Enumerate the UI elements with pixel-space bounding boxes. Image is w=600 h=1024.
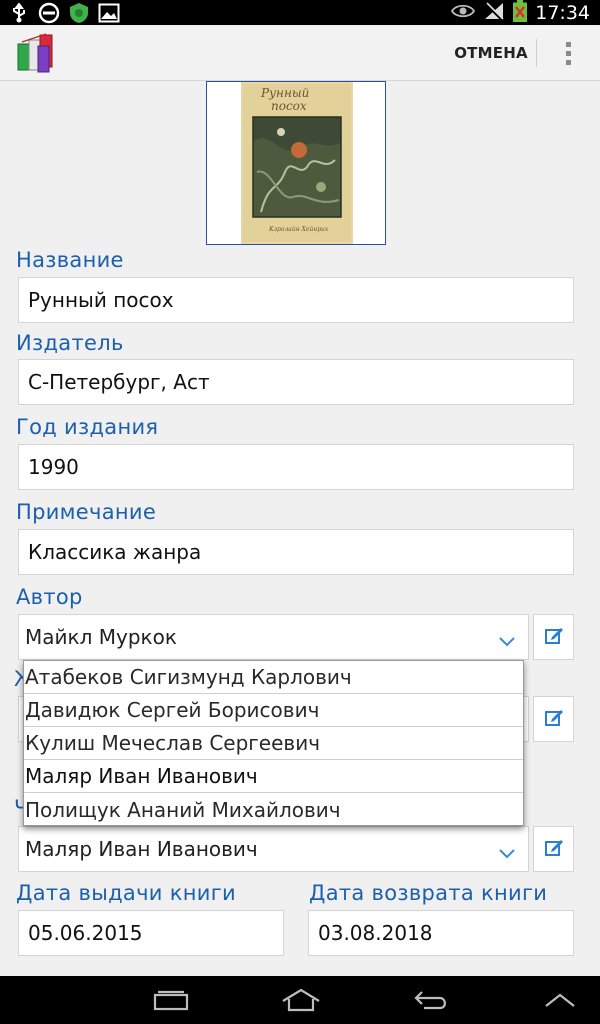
- return-date-label: Дата возврата книги: [309, 881, 548, 905]
- dropdown-item[interactable]: Кулиш Мечеслав Сергеевич: [24, 727, 523, 760]
- svg-text:Рунный: Рунный: [260, 86, 309, 100]
- year-label: Год издания: [16, 415, 159, 439]
- note-input[interactable]: Классика жанра: [18, 529, 574, 575]
- author-spinner[interactable]: Майкл Муркок: [18, 614, 529, 660]
- chevron-down-icon: [498, 629, 516, 653]
- publisher-input[interactable]: С-Петербург, Аст: [18, 359, 574, 405]
- signal-off-icon: [483, 1, 505, 25]
- return-date-input[interactable]: 03.08.2018: [308, 910, 574, 956]
- do-not-disturb-icon: [38, 2, 60, 23]
- publisher-label: Издатель: [16, 331, 124, 355]
- edit-icon: [544, 837, 564, 861]
- author-label: Автор: [16, 585, 83, 609]
- edit-icon: [544, 625, 564, 649]
- edit-reader-button[interactable]: [533, 826, 574, 872]
- chevron-down-icon: [498, 841, 516, 865]
- status-bar: 17:34: [0, 0, 600, 25]
- collapse-up-icon[interactable]: [540, 976, 580, 1024]
- clock-time: 17:34: [535, 1, 590, 24]
- issue-date-label: Дата выдачи книги: [16, 881, 236, 905]
- note-label: Примечание: [16, 500, 157, 524]
- author-spinner-value: Майкл Муркок: [25, 625, 177, 649]
- book-cover-image[interactable]: Рунный посох Кэролайн Хейнрих: [206, 81, 386, 245]
- back-icon[interactable]: [410, 976, 452, 1024]
- dropdown-item[interactable]: Атабеков Сигизмунд Карлович: [24, 661, 523, 694]
- battery-icon: [513, 0, 528, 26]
- app-logo-icon[interactable]: [16, 32, 60, 74]
- svg-text:Кэролайн Хейнрих: Кэролайн Хейнрих: [268, 226, 329, 233]
- svg-text:посох: посох: [271, 99, 307, 113]
- edit-genre-button[interactable]: [533, 696, 574, 742]
- edit-author-button[interactable]: [533, 614, 574, 660]
- dropdown-item[interactable]: Полищук Ананий Михайлович: [24, 793, 523, 826]
- home-icon[interactable]: [279, 976, 323, 1024]
- more-vert-icon[interactable]: [552, 25, 584, 81]
- reader-spinner-value: Маляр Иван Иванович: [25, 837, 258, 861]
- action-bar-divider: [536, 39, 537, 67]
- eye-icon: [451, 3, 476, 23]
- year-input[interactable]: 1990: [18, 444, 574, 490]
- action-bar: ОТМЕНА: [0, 25, 600, 81]
- title-input[interactable]: Рунный посох: [18, 277, 574, 323]
- edit-icon: [544, 707, 564, 731]
- reader-spinner[interactable]: Маляр Иван Иванович: [18, 826, 529, 872]
- dropdown-item[interactable]: Давидюк Сергей Борисович: [24, 694, 523, 727]
- issue-date-input[interactable]: 05.06.2015: [18, 910, 284, 956]
- recent-apps-icon[interactable]: [150, 976, 192, 1024]
- shield-app-icon: [68, 2, 90, 23]
- image-icon: [98, 2, 120, 23]
- dropdown-item[interactable]: Маляр Иван Иванович: [24, 760, 523, 793]
- cancel-button[interactable]: ОТМЕНА: [446, 25, 536, 81]
- usb-icon: [8, 2, 30, 23]
- navigation-bar: [0, 976, 600, 1024]
- title-label: Название: [16, 248, 124, 272]
- author-dropdown-list: Атабеков Сигизмунд Карлович Давидюк Серг…: [23, 660, 524, 826]
